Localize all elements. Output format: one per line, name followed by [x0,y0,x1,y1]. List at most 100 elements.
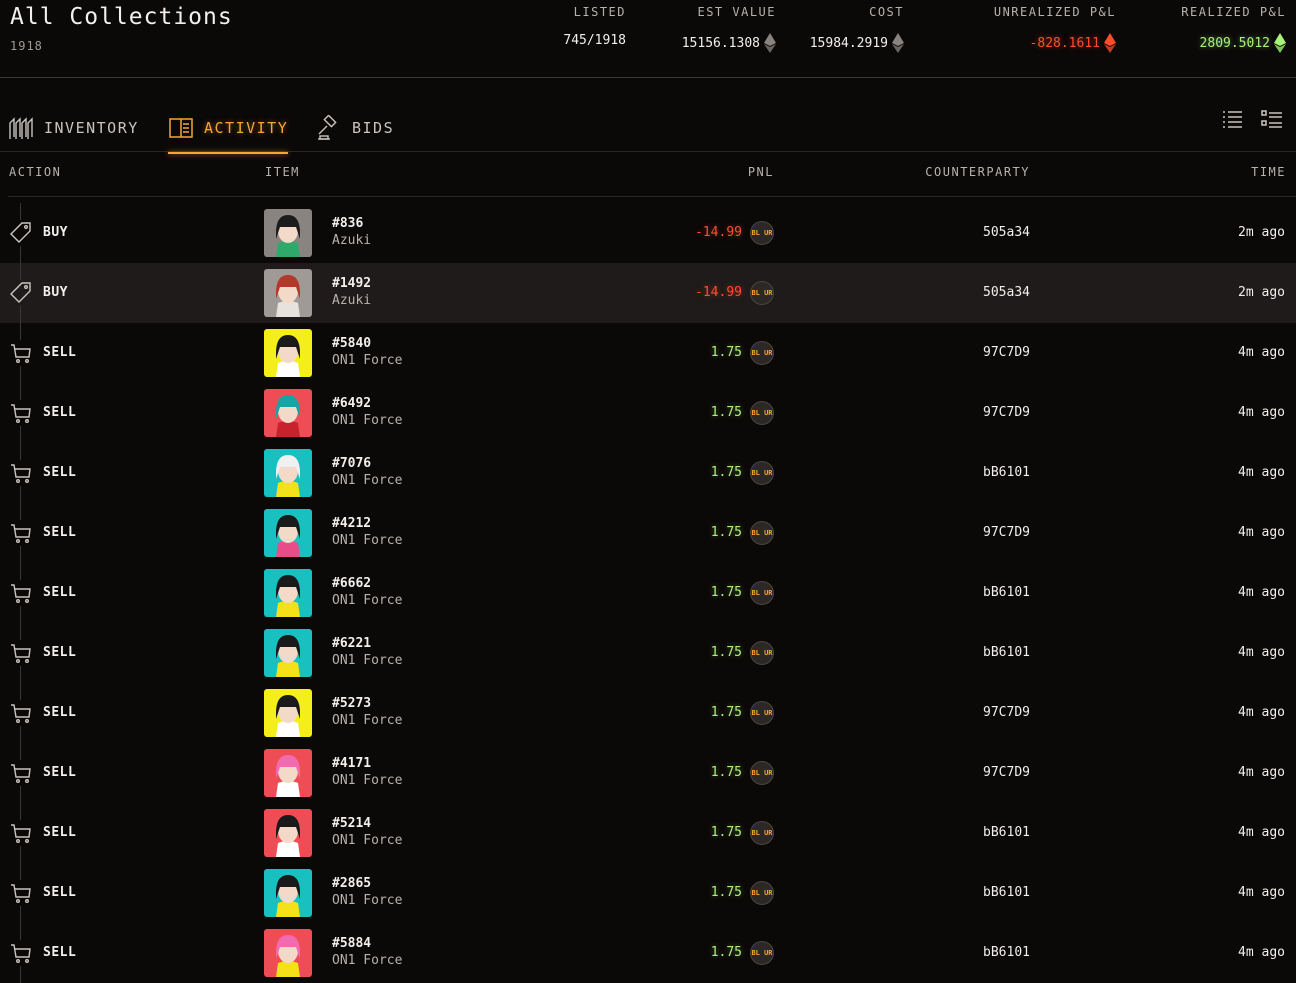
table-row[interactable]: SELL #7076 ON1 Force 1.75 BL UR bB6101 4m ago [0,443,1296,503]
item-token-id[interactable]: #4171 [332,756,371,771]
table-row[interactable]: SELL #6662 ON1 Force 1.75 BL UR bB6101 4m ago [0,563,1296,623]
pnl-value: 1.75 [710,345,742,360]
activity-time: 2m ago [1238,285,1285,300]
activity-time: 4m ago [1238,345,1285,360]
nft-thumbnail[interactable] [264,509,312,557]
nft-thumbnail[interactable] [264,929,312,977]
tag-icon [8,280,34,306]
table-row[interactable]: SELL #6221 ON1 Force 1.75 BL UR bB6101 4m ago [0,623,1296,683]
nft-thumbnail[interactable] [264,389,312,437]
counterparty-address[interactable]: 97C7D9 [983,525,1030,540]
nft-thumbnail[interactable] [264,869,312,917]
header-divider [8,196,1296,197]
item-token-id[interactable]: #2865 [332,876,371,891]
blur-token-icon: BL UR [750,461,774,485]
item-token-id[interactable]: #5214 [332,816,371,831]
activity-time: 4m ago [1238,405,1285,420]
table-row[interactable]: SELL #2865 ON1 Force 1.75 BL UR bB6101 4m ago [0,863,1296,923]
item-token-id[interactable]: #5273 [332,696,371,711]
counterparty-address[interactable]: bB6101 [983,645,1030,660]
nft-thumbnail[interactable] [264,689,312,737]
item-token-id[interactable]: #836 [332,216,363,231]
column-header-pnl[interactable]: PNL [748,165,774,179]
nft-thumbnail[interactable] [264,809,312,857]
item-token-id[interactable]: #5884 [332,936,371,951]
stat-est-value: EST VALUE 15156.1308 [682,5,776,53]
table-row[interactable]: BUY #1492 Azuki -14.99 BL UR 505a34 2m ago [0,263,1296,323]
nft-thumbnail[interactable] [264,569,312,617]
action-label: SELL [43,645,77,660]
table-row[interactable]: SELL #5884 ON1 Force 1.75 BL UR bB6101 4m ago [0,923,1296,983]
stat-label: EST VALUE [697,5,776,19]
counterparty-address[interactable]: 97C7D9 [983,345,1030,360]
nft-thumbnail[interactable] [264,269,312,317]
blur-token-icon: BL UR [750,941,774,965]
counterparty-address[interactable]: 505a34 [983,225,1030,240]
nft-thumbnail[interactable] [264,629,312,677]
blur-token-icon: BL UR [750,581,774,605]
blur-token-icon: BL UR [750,881,774,905]
table-row[interactable]: SELL #4212 ON1 Force 1.75 BL UR 97C7D9 4m ago [0,503,1296,563]
counterparty-address[interactable]: bB6101 [983,825,1030,840]
column-header-item[interactable]: ITEM [265,165,300,179]
table-row[interactable]: BUY #836 Azuki -14.99 BL UR 505a34 2m ago [0,203,1296,263]
item-token-id[interactable]: #5840 [332,336,371,351]
inventory-icon [9,117,33,139]
item-collection: ON1 Force [332,593,403,608]
detail-list-view-icon[interactable] [1260,108,1284,132]
counterparty-address[interactable]: bB6101 [983,585,1030,600]
counterparty-address[interactable]: bB6101 [983,465,1030,480]
counterparty-address[interactable]: 97C7D9 [983,765,1030,780]
stat-value: 745/1918 [563,33,626,48]
nft-thumbnail[interactable] [264,449,312,497]
blur-token-icon: BL UR [750,401,774,425]
cart-icon [8,460,34,486]
table-row[interactable]: SELL #6492 ON1 Force 1.75 BL UR 97C7D9 4m ago [0,383,1296,443]
activity-time: 4m ago [1238,705,1285,720]
item-token-id[interactable]: #4212 [332,516,371,531]
table-row[interactable]: SELL #5214 ON1 Force 1.75 BL UR bB6101 4m ago [0,803,1296,863]
table-row[interactable]: SELL #4171 ON1 Force 1.75 BL UR 97C7D9 4m ago [0,743,1296,803]
blur-token-icon: BL UR [750,521,774,545]
nft-thumbnail[interactable] [264,749,312,797]
collection-count: 1918 [10,39,43,53]
item-token-id[interactable]: #1492 [332,276,371,291]
activity-book-icon [169,118,193,138]
item-token-id[interactable]: #6221 [332,636,371,651]
pnl-value: 1.75 [710,765,742,780]
item-token-id[interactable]: #6662 [332,576,371,591]
counterparty-address[interactable]: bB6101 [983,945,1030,960]
stat-value: -828.1611 [994,33,1116,53]
action-label: SELL [43,465,77,480]
counterparty-address[interactable]: bB6101 [983,885,1030,900]
cart-icon [8,580,34,606]
column-header-time[interactable]: TIME [1251,165,1286,179]
column-header-counterparty[interactable]: COUNTERPARTY [925,165,1030,179]
column-header-action[interactable]: ACTION [9,165,61,179]
item-collection: ON1 Force [332,353,403,368]
nft-thumbnail[interactable] [264,329,312,377]
stat-value: 15156.1308 [682,33,776,53]
activity-time: 4m ago [1238,885,1285,900]
tab-bids[interactable]: BIDS [316,104,394,152]
pnl-value: 1.75 [710,645,742,660]
item-token-id[interactable]: #6492 [332,396,371,411]
activity-time: 4m ago [1238,825,1285,840]
action-label: SELL [43,585,77,600]
counterparty-address[interactable]: 97C7D9 [983,705,1030,720]
cart-icon [8,700,34,726]
gavel-icon [318,115,337,140]
stat-value: 2809.5012 [1181,33,1286,53]
action-label: SELL [43,345,77,360]
tag-icon [8,220,34,246]
table-row[interactable]: SELL #5273 ON1 Force 1.75 BL UR 97C7D9 4m ago [0,683,1296,743]
table-row[interactable]: SELL #5840 ON1 Force 1.75 BL UR 97C7D9 4m ago [0,323,1296,383]
tab-activity[interactable]: ACTIVITY [168,104,289,154]
item-token-id[interactable]: #7076 [332,456,371,471]
nft-thumbnail[interactable] [264,209,312,257]
item-collection: Azuki [332,293,372,308]
counterparty-address[interactable]: 97C7D9 [983,405,1030,420]
list-view-icon[interactable] [1220,108,1244,132]
tab-inventory[interactable]: INVENTORY [8,104,139,152]
counterparty-address[interactable]: 505a34 [983,285,1030,300]
